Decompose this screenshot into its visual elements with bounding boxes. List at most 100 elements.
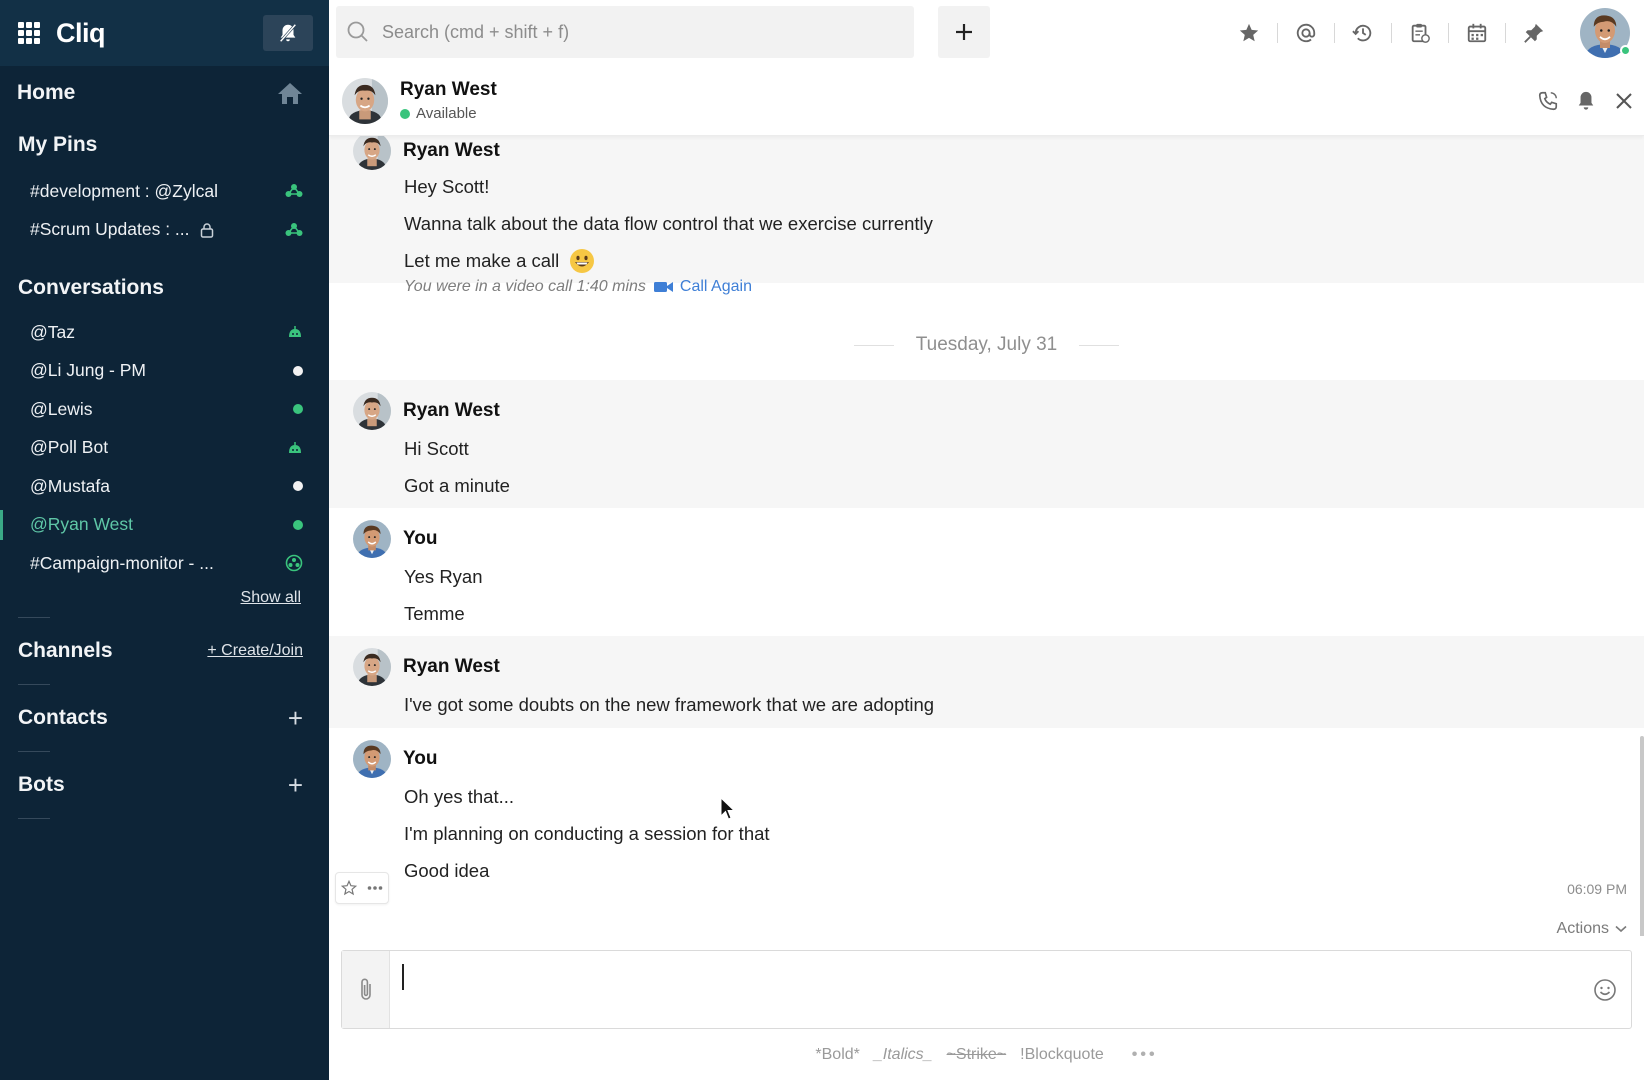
conversation-label: #Campaign-monitor - ... <box>30 552 214 573</box>
contacts-title[interactable]: Contacts <box>18 706 108 730</box>
message-text[interactable]: Got a minute <box>329 467 1644 504</box>
presence-away-dot <box>293 481 303 492</box>
conversation-label: @Lewis <box>30 398 93 419</box>
message-body: Good idea <box>404 859 490 881</box>
message-text[interactable]: Wanna talk about the data flow control t… <box>329 205 1644 242</box>
channel-people-icon <box>285 184 303 198</box>
message-text[interactable]: Hi Scott <box>329 430 1644 467</box>
create-join-link[interactable]: + Create/Join <box>207 642 303 660</box>
history-icon <box>1351 24 1371 42</box>
message-body: Got a minute <box>404 474 510 496</box>
close-chat-button[interactable] <box>1612 89 1636 113</box>
contact-name[interactable]: Ryan West <box>400 79 497 101</box>
pin-item-development[interactable]: #development : @Zylcal <box>0 172 329 211</box>
message-body: Yes Ryan <box>404 565 483 587</box>
avatar[interactable] <box>353 392 391 430</box>
format-blockquote-hint[interactable]: !Blockquote <box>1020 1046 1104 1064</box>
emoji-icon[interactable] <box>1593 978 1617 1002</box>
attach-button[interactable] <box>342 951 390 1028</box>
message-body: Hey Scott! <box>404 175 490 197</box>
history-button[interactable] <box>1334 0 1391 66</box>
message-text[interactable]: I've got some doubts on the new framewor… <box>329 686 1644 723</box>
search-box[interactable]: Search (cmd + shift + f) <box>336 6 914 58</box>
grinning-emoji-icon <box>570 248 595 273</box>
message-body: Temme <box>404 602 465 624</box>
notifications-button[interactable] <box>1574 89 1598 113</box>
conversation-item-taz[interactable]: @Taz <box>0 313 329 352</box>
more-formats-button[interactable]: ••• <box>1132 1046 1158 1064</box>
message-list: Ryan West Hey Scott! Wanna talk about th… <box>329 136 1644 936</box>
pin-icon <box>1523 23 1543 43</box>
sidebar-home[interactable]: Home <box>0 66 329 120</box>
message-hover-actions <box>335 872 389 904</box>
avatar[interactable] <box>353 648 391 686</box>
avatar[interactable] <box>353 520 391 558</box>
app-grid-icon[interactable] <box>18 22 40 44</box>
format-strike-hint[interactable]: ~Strike~ <box>947 1046 1007 1064</box>
star-outline-icon[interactable] <box>341 880 357 896</box>
chat-header-actions <box>1536 66 1636 136</box>
message-header: Ryan West <box>329 136 1644 170</box>
scrollbar[interactable] <box>1640 736 1644 936</box>
date-separator: Tuesday, July 31 <box>329 334 1644 356</box>
starred-button[interactable] <box>1220 0 1277 66</box>
call-button[interactable] <box>1536 89 1560 113</box>
message-text[interactable]: Oh yes that... <box>329 778 1644 815</box>
clipboard-icon <box>1411 23 1430 43</box>
calendar-button[interactable] <box>1448 0 1505 66</box>
conversation-item-li-jung[interactable]: @Li Jung - PM <box>0 352 329 391</box>
search-input[interactable]: Search (cmd + shift + f) <box>382 22 569 43</box>
mentions-button[interactable] <box>1277 0 1334 66</box>
new-chat-button[interactable] <box>938 6 990 58</box>
message-input[interactable] <box>390 951 1631 1028</box>
format-bold-hint[interactable]: *Bold* <box>815 1046 859 1064</box>
conversation-item-poll-bot[interactable]: @Poll Bot <box>0 429 329 468</box>
call-info: You were in a video call 1:40 mins Call … <box>404 278 752 296</box>
message-text[interactable]: I'm planning on conducting a session for… <box>329 815 1644 852</box>
conversations-title: Conversations <box>18 276 164 299</box>
do-not-disturb-button[interactable] <box>263 15 313 51</box>
message-body: Let me make a call <box>404 249 560 271</box>
channels-title[interactable]: Channels <box>18 639 113 663</box>
bots-title[interactable]: Bots <box>18 773 65 797</box>
avatar[interactable] <box>353 136 391 170</box>
author-name[interactable]: Ryan West <box>403 656 500 678</box>
message-text[interactable]: Temme <box>329 595 1644 632</box>
actions-label: Actions <box>1556 920 1609 936</box>
add-bot-button[interactable]: + <box>288 772 303 798</box>
author-name[interactable]: Ryan West <box>403 400 500 422</box>
pin-item-scrum-updates[interactable]: #Scrum Updates : ... <box>0 211 329 250</box>
message-text[interactable]: Let me make a call <box>329 242 1644 279</box>
message-text[interactable]: Yes Ryan <box>329 558 1644 595</box>
bell-off-icon <box>279 23 297 43</box>
message-body: I've got some doubts on the new framewor… <box>404 693 935 715</box>
call-again-link[interactable]: Call Again <box>653 278 752 296</box>
conversation-item-ryan-west[interactable]: @Ryan West <box>0 506 329 545</box>
chat-header: Ryan West Available <box>329 66 1644 136</box>
actions-dropdown[interactable]: Actions <box>1557 920 1627 936</box>
message-text[interactable]: Hey Scott! <box>329 168 1644 205</box>
author-name[interactable]: Ryan West <box>403 140 500 162</box>
message-text[interactable]: Good idea <box>329 852 1644 889</box>
conversation-label: @Poll Bot <box>30 437 109 458</box>
message-body: Hi Scott <box>404 437 469 459</box>
add-contact-button[interactable]: + <box>288 705 303 731</box>
clipboard-button[interactable] <box>1391 0 1448 66</box>
conversation-item-lewis[interactable]: @Lewis <box>0 390 329 429</box>
message-header: Ryan West <box>329 392 1644 430</box>
author-name[interactable]: You <box>403 528 437 550</box>
pins-button[interactable] <box>1505 0 1562 66</box>
avatar[interactable] <box>353 740 391 778</box>
show-all-link[interactable]: Show all <box>241 589 301 607</box>
conversation-label: @Ryan West <box>30 514 134 535</box>
author-name[interactable]: You <box>403 748 437 770</box>
format-italics-hint[interactable]: _Italics_ <box>874 1046 933 1064</box>
contact-avatar[interactable] <box>342 78 388 124</box>
text-caret <box>402 964 404 990</box>
more-options-icon[interactable] <box>367 885 383 891</box>
presence-online-dot <box>400 108 410 119</box>
message-group: Ryan West Hey Scott! Wanna talk about th… <box>329 136 1644 283</box>
conversation-item-campaign-monitor[interactable]: #Campaign-monitor - ... <box>0 544 329 583</box>
my-profile-avatar[interactable] <box>1580 8 1631 58</box>
conversation-item-mustafa[interactable]: @Mustafa <box>0 467 329 506</box>
